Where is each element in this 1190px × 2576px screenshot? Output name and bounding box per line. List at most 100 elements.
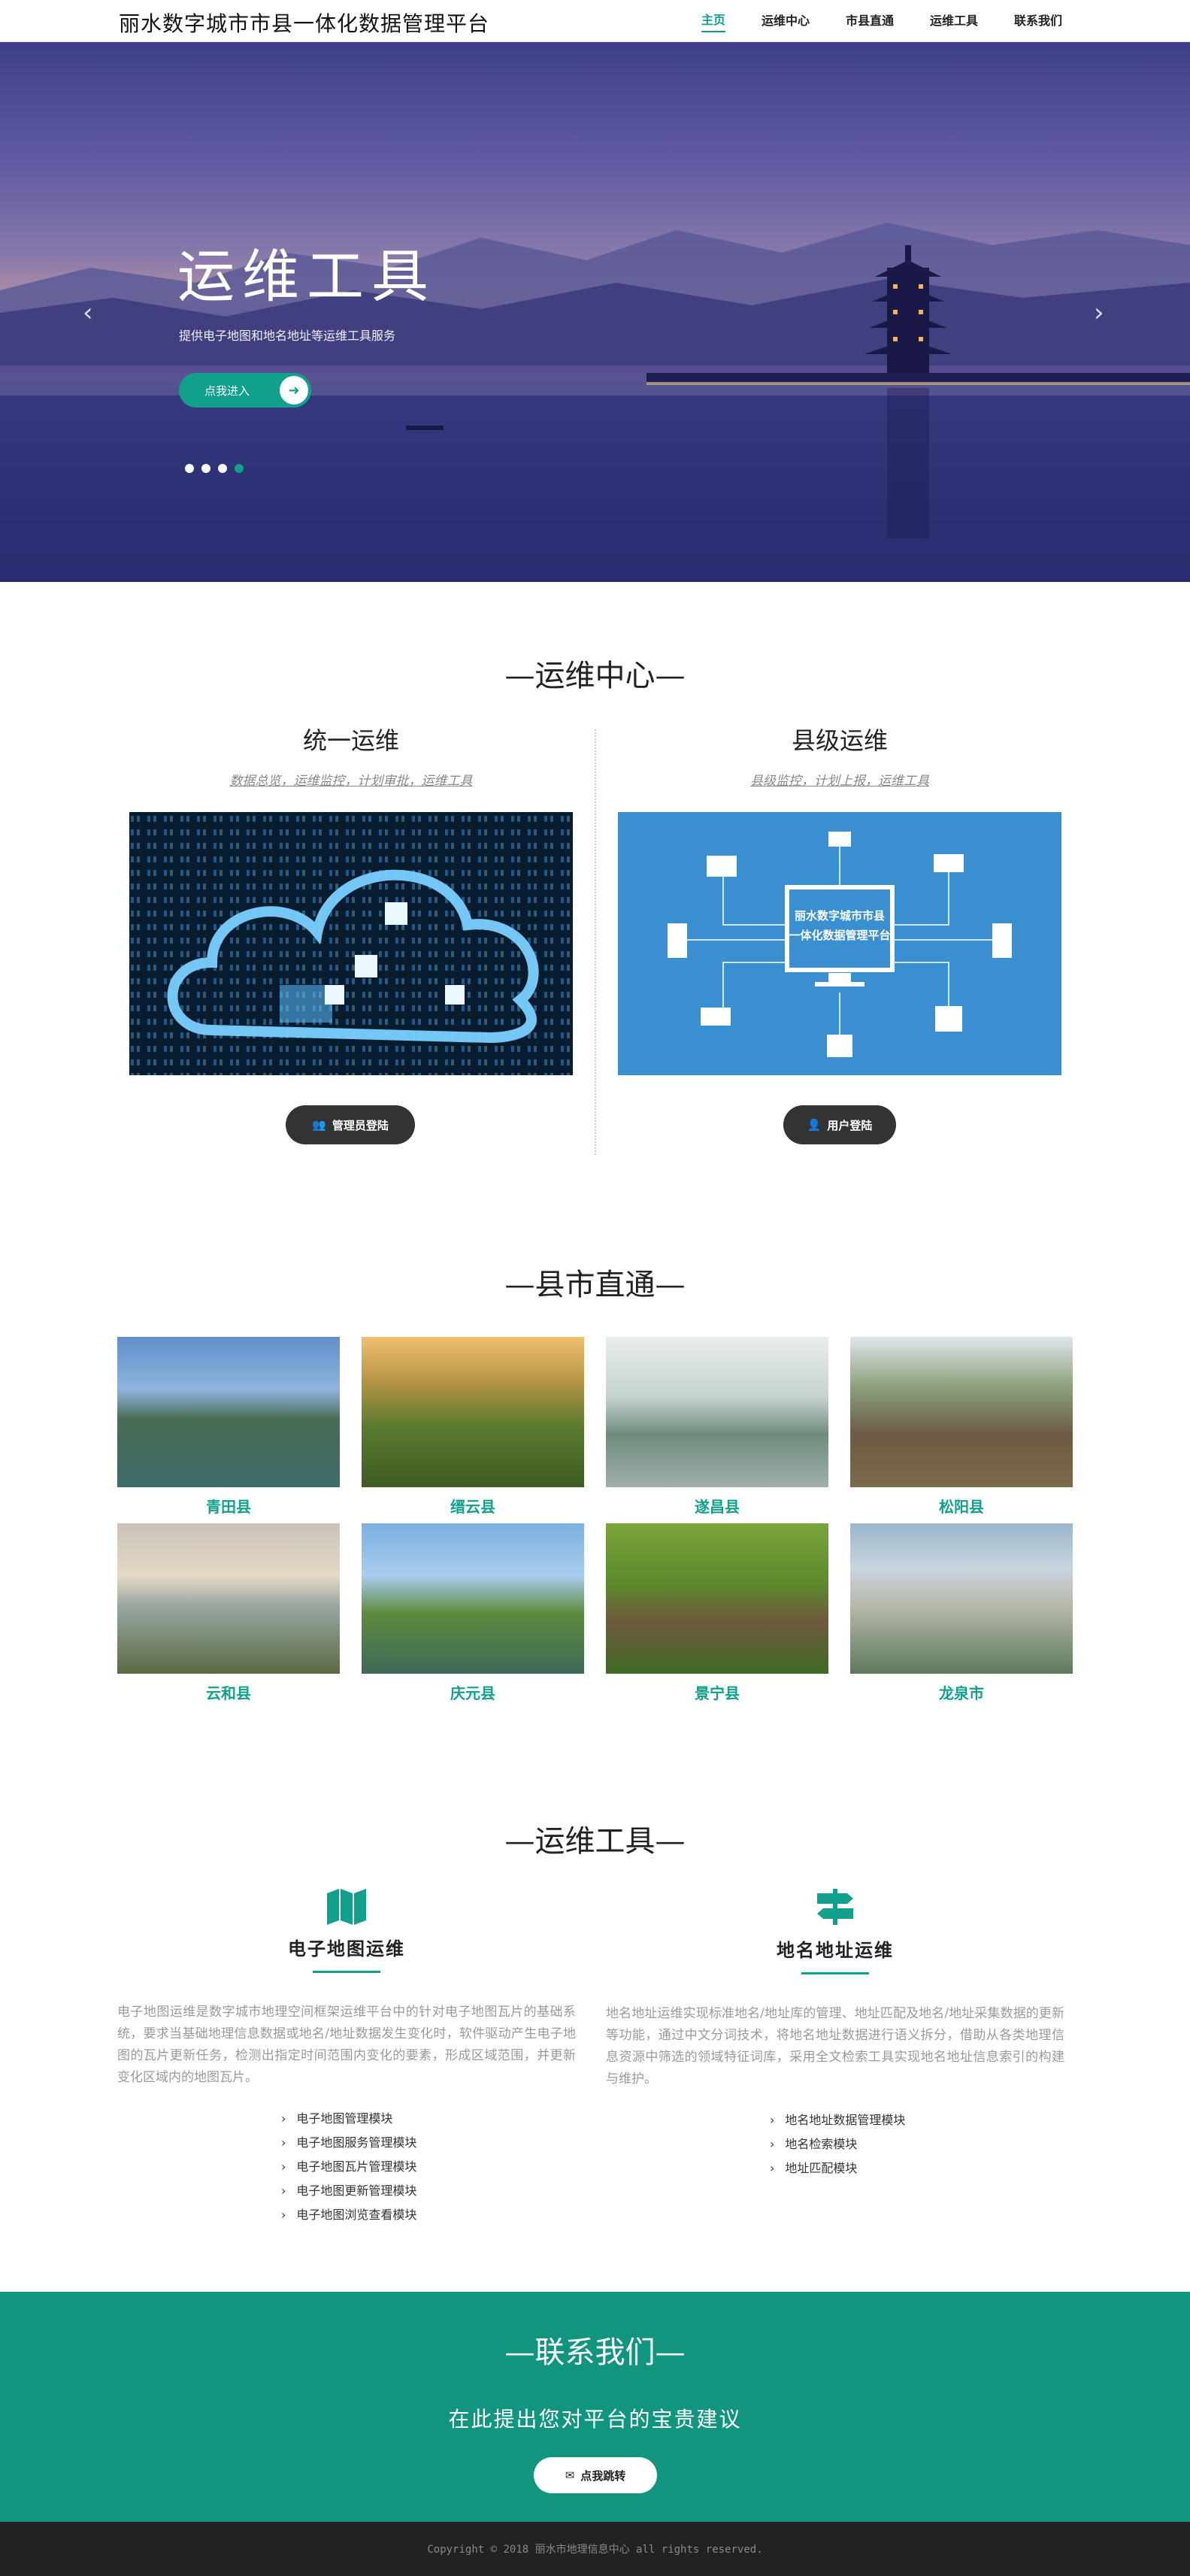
carousel-dot[interactable] <box>218 464 227 473</box>
map-ops-desc: 电子地图运维是数字城市地理空间框架运维平台中的针对电子地图瓦片的基础系统，要求当… <box>117 2005 576 2085</box>
footer-copyright: Copyright © 2018 丽水市地理信息中心 all rights re… <box>427 2544 763 2556</box>
nav-ops-center[interactable]: 运维中心 <box>762 11 810 32</box>
county-photo <box>606 1337 828 1487</box>
user-icon: 👤 <box>807 1118 822 1132</box>
list-item[interactable]: › 电子地图服务管理模块 <box>281 2131 576 2155</box>
list-item-label: 电子地图更新管理模块 <box>296 2184 417 2198</box>
carousel-indicators <box>185 464 244 473</box>
ops-column-divider <box>595 729 596 1155</box>
list-item-label: 电子地图服务管理模块 <box>296 2135 417 2150</box>
carousel-dot[interactable] <box>185 464 194 473</box>
hero-subtitle: 提供电子地图和地名地址等运维工具服务 <box>179 329 396 343</box>
chevron-right-icon: › <box>281 2208 286 2222</box>
county-photo <box>362 1523 584 1674</box>
county-card[interactable]: 松阳县 <box>850 1337 1073 1517</box>
unified-ops-column: 统一运维 数据总览，运维监控，计划审批，运维工具 <box>129 722 573 789</box>
map-ops-heading: 电子地图运维 <box>288 1938 405 1959</box>
list-item-label: 电子地图管理模块 <box>296 2111 393 2126</box>
chevron-right-icon: › <box>770 2161 775 2175</box>
top-navbar: 丽水数字城市市县一体化数据管理平台 主页 运维中心 市县直通 运维工具 联系我们 <box>0 0 1190 42</box>
carousel-next-arrow[interactable]: › <box>1094 298 1104 328</box>
footer: Copyright © 2018 丽水市地理信息中心 all rights re… <box>0 2522 1190 2576</box>
list-item[interactable]: › 地址匹配模块 <box>770 2156 1064 2181</box>
chevron-right-icon: › <box>281 2159 286 2174</box>
map-icon <box>327 1889 366 1925</box>
diagram-platform-label: 丽水数字城市市县 一体化数据管理平台 <box>787 906 892 945</box>
county-ops-desc[interactable]: 县级监控，计划上报，运维工具 <box>618 770 1061 789</box>
nav-contact[interactable]: 联系我们 <box>1014 11 1062 32</box>
county-ops-image: 丽水数字城市市县 一体化数据管理平台 <box>618 812 1061 1075</box>
unified-ops-heading: 统一运维 <box>302 726 399 755</box>
county-card[interactable]: 遂昌县 <box>606 1337 828 1517</box>
section-title-county-direct: —县市直通— <box>504 1268 686 1302</box>
list-item-label: 电子地图瓦片管理模块 <box>296 2159 417 2174</box>
list-item-label: 地名检索模块 <box>785 2137 858 2151</box>
hero-carousel: ‹ › 运维工具 提供电子地图和地名地址等运维工具服务 点我进入 ➜ <box>0 42 1190 582</box>
county-name[interactable]: 青田县 <box>117 1495 340 1517</box>
county-photo <box>606 1523 828 1674</box>
nav-home[interactable]: 主页 <box>701 10 725 32</box>
map-ops-list: › 电子地图管理模块 › 电子地图服务管理模块 › 电子地图瓦片管理模块 › 电子地图更… <box>117 2107 576 2227</box>
county-photo <box>850 1337 1073 1487</box>
county-card[interactable]: 龙泉市 <box>850 1523 1073 1703</box>
hero-title: 运维工具 <box>177 243 436 310</box>
carousel-prev-arrow[interactable]: ‹ <box>83 298 93 328</box>
map-ops-underline <box>313 1971 380 1973</box>
county-ops-heading: 县级运维 <box>791 726 888 755</box>
hero-enter-button[interactable]: 点我进入 ➜ <box>179 373 311 408</box>
section-title-ops-tools: —运维工具— <box>504 1824 686 1859</box>
main-menu: 主页 运维中心 市县直通 运维工具 联系我们 <box>701 0 1062 42</box>
county-name[interactable]: 缙云县 <box>362 1495 584 1517</box>
list-item-label: 电子地图浏览查看模块 <box>296 2208 417 2222</box>
address-ops-list: › 地名地址数据管理模块 › 地名检索模块 › 地址匹配模块 <box>606 2108 1064 2181</box>
county-name[interactable]: 龙泉市 <box>850 1681 1073 1703</box>
county-photo <box>117 1337 340 1487</box>
county-name[interactable]: 遂昌县 <box>606 1495 828 1517</box>
county-card[interactable]: 青田县 <box>117 1337 340 1517</box>
list-item[interactable]: › 地名检索模块 <box>770 2132 1064 2156</box>
contact-jump-label: 点我跳转 <box>580 2468 626 2483</box>
contact-subtitle: 在此提出您对平台的宝贵建议 <box>448 2407 742 2432</box>
county-photo <box>362 1337 584 1487</box>
arrow-right-icon: ➜ <box>280 376 308 405</box>
contact-jump-button[interactable]: ✉ 点我跳转 <box>534 2457 657 2493</box>
address-ops-desc: 地名地址运维实现标准地名/地址库的管理、地址匹配及地名/地址采集数据的更新等功能… <box>606 2006 1064 2087</box>
nav-ops-tools[interactable]: 运维工具 <box>930 11 978 32</box>
user-login-label: 用户登陆 <box>827 1118 873 1132</box>
contact-title: —联系我们— <box>504 2335 686 2370</box>
hero-enter-label: 点我进入 <box>204 383 250 398</box>
carousel-dot[interactable] <box>201 464 210 473</box>
county-name[interactable]: 云和县 <box>117 1681 340 1703</box>
users-icon: 👥 <box>312 1118 326 1132</box>
admin-login-button[interactable]: 👥 管理员登陆 <box>286 1105 415 1144</box>
county-name[interactable]: 庆元县 <box>362 1681 584 1703</box>
user-login-button[interactable]: 👤 用户登陆 <box>783 1105 896 1144</box>
address-ops-column: 地名地址运维 地名地址运维实现标准地名/地址库的管理、地址匹配及地名/地址采集数… <box>606 1887 1064 2181</box>
list-item-label: 地名地址数据管理模块 <box>785 2113 906 2127</box>
list-item[interactable]: › 电子地图浏览查看模块 <box>281 2203 576 2227</box>
unified-ops-desc[interactable]: 数据总览，运维监控，计划审批，运维工具 <box>129 770 573 789</box>
nav-county-direct[interactable]: 市县直通 <box>846 11 894 32</box>
section-title-ops-center: —运维中心— <box>504 659 686 693</box>
chevron-right-icon: › <box>281 2184 286 2198</box>
list-item[interactable]: › 电子地图更新管理模块 <box>281 2179 576 2203</box>
diagram-line-2: 一体化数据管理平台 <box>789 929 891 942</box>
county-photo <box>850 1523 1073 1674</box>
list-item[interactable]: › 地名地址数据管理模块 <box>770 2108 1064 2132</box>
list-item[interactable]: › 电子地图管理模块 <box>281 2107 576 2131</box>
county-name[interactable]: 松阳县 <box>850 1495 1073 1517</box>
site-brand[interactable]: 丽水数字城市市县一体化数据管理平台 <box>119 8 489 38</box>
county-card[interactable]: 庆元县 <box>362 1523 584 1703</box>
county-card[interactable]: 景宁县 <box>606 1523 828 1703</box>
county-ops-column: 县级运维 县级监控，计划上报，运维工具 <box>618 722 1061 789</box>
county-photo <box>117 1523 340 1674</box>
county-card[interactable]: 缙云县 <box>362 1337 584 1517</box>
county-name[interactable]: 景宁县 <box>606 1681 828 1703</box>
list-item-label: 地址匹配模块 <box>785 2161 858 2175</box>
chevron-right-icon: › <box>281 2135 286 2150</box>
list-item[interactable]: › 电子地图瓦片管理模块 <box>281 2155 576 2179</box>
chevron-right-icon: › <box>770 2113 775 2127</box>
carousel-dot-active[interactable] <box>235 464 244 473</box>
unified-ops-image <box>129 812 573 1075</box>
county-card[interactable]: 云和县 <box>117 1523 340 1703</box>
